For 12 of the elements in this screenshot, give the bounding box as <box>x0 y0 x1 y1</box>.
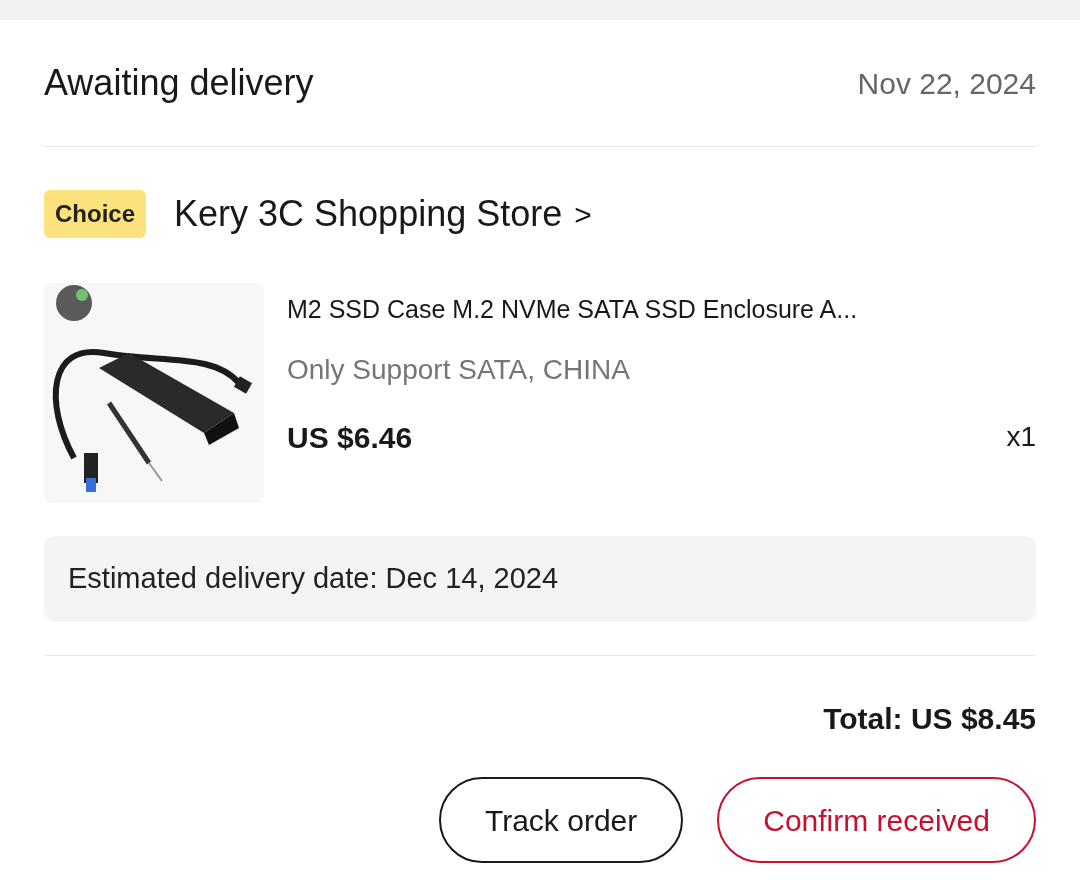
order-status: Awaiting delivery <box>44 61 314 105</box>
choice-badge: Choice <box>44 190 146 238</box>
order-total: Total: US $8.45 <box>823 701 1036 737</box>
confirm-button[interactable]: Confirm received <box>717 777 1036 863</box>
product-quantity: x1 <box>1006 420 1036 454</box>
order-date: Nov 22, 2024 <box>857 65 1036 102</box>
product-price: US $6.46 <box>287 419 413 456</box>
delivery-estimate: Estimated delivery date: Dec 14, 2024 <box>68 561 559 597</box>
product-variant: Only Support SATA, CHINA <box>287 352 631 387</box>
store-link[interactable]: Kery 3C Shopping Store > <box>174 187 592 241</box>
track-button[interactable]: Track order <box>439 777 684 863</box>
product-title[interactable]: M2 SSD Case M.2 NVMe SATA SSD Enclosure A... <box>287 291 1036 329</box>
